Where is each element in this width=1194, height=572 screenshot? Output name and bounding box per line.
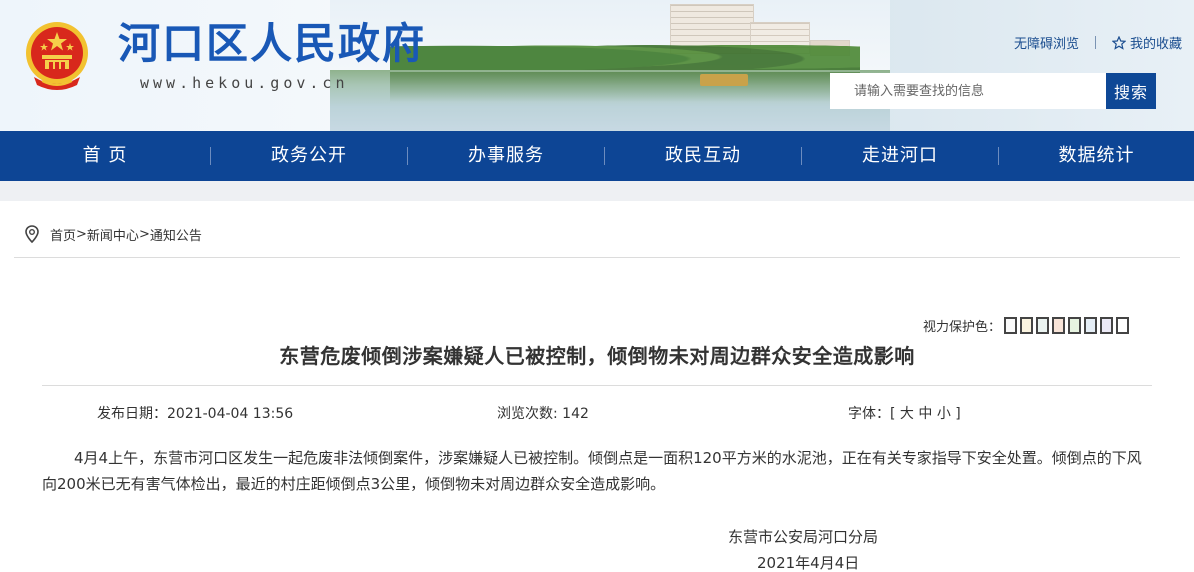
article-title-divider [42,385,1152,386]
breadcrumb-divider [14,257,1180,258]
view-count-label: 浏览次数: [497,406,563,422]
font-size-medium[interactable]: 中 [918,406,932,422]
favorites-link-label: 我的收藏 [1129,37,1182,52]
breadcrumb: 首页 > 新闻中心 > 通知公告 [22,224,202,244]
color-swatch[interactable] [1004,317,1018,334]
top-links: 无障碍浏览 我的收藏 [1014,33,1182,52]
nav-item-about-hekou[interactable]: 走进河口 [802,131,998,181]
color-swatch[interactable] [1084,317,1098,334]
font-size-control: 字体：[ 大 中 小 ] [848,403,961,423]
font-size-large[interactable]: 大 [900,406,914,422]
article-signature: 东营市公安局河口分局 [728,528,879,546]
view-count-value: 142 [562,406,589,422]
vision-protect-colors: 视力保护色： [923,316,1130,335]
nav-item-government-affairs[interactable]: 政务公开 [211,131,407,181]
color-swatch[interactable] [1020,317,1034,334]
color-swatch[interactable] [1116,317,1130,334]
search-button[interactable]: 搜索 [1106,73,1156,109]
vision-protect-label: 视力保护色： [923,320,1002,335]
publish-date: 发布日期：2021-04-04 13:56 [97,403,293,423]
color-swatch[interactable] [1052,317,1066,334]
favorites-link[interactable]: 我的收藏 [1111,33,1182,52]
breadcrumb-news-center[interactable]: 新闻中心 [87,225,139,244]
site-url: www.hekou.gov.cn [140,74,349,92]
publish-date-value: 2021-04-04 13:56 [167,406,294,422]
publish-date-label: 发布日期： [97,406,167,422]
star-icon [1111,35,1126,50]
font-size-close: ] [950,406,961,422]
breadcrumb-notices[interactable]: 通知公告 [150,225,202,244]
top-links-divider [1094,36,1096,49]
accessibility-link-label: 无障碍浏览 [1013,37,1079,52]
main-nav: 首 页 政务公开 办事服务 政民互动 走进河口 数据统计 [0,131,1194,181]
search-bar: 搜索 [830,73,1156,109]
site-title: 河口区人民政府 [118,19,427,68]
breadcrumb-separator: > [76,226,87,242]
font-size-small[interactable]: 小 [937,406,951,422]
font-size-label: 字体：[ [848,406,900,422]
national-emblem-icon [26,22,88,90]
nav-item-interaction[interactable]: 政民互动 [605,131,801,181]
search-input[interactable] [830,73,1106,109]
breadcrumb-home[interactable]: 首页 [50,225,76,244]
article-body: 4月4上午，东营市河口区发生一起危废非法倾倒案件，涉案嫌疑人已被控制。倾倒点是一… [42,449,1142,493]
article-title: 东营危废倾倒涉案嫌疑人已被控制，倾倒物未对周边群众安全造成影响 [279,344,915,368]
breadcrumb-separator: > [138,226,150,242]
nav-item-home[interactable]: 首 页 [0,131,210,181]
color-swatch[interactable] [1068,317,1082,334]
nav-item-statistics[interactable]: 数据统计 [999,131,1194,181]
article-sign-date: 2021年4月4日 [757,554,860,572]
color-swatch[interactable] [1036,317,1050,334]
header-banner: 河口区人民政府 www.hekou.gov.cn 无障碍浏览 我的收藏 搜索 [0,0,1194,131]
nav-gap-band [0,181,1194,201]
accessibility-link[interactable]: 无障碍浏览 [1014,33,1079,52]
view-count: 浏览次数: 142 [497,403,589,423]
location-pin-icon [25,225,39,244]
nav-item-services[interactable]: 办事服务 [408,131,604,181]
color-swatch[interactable] [1100,317,1114,334]
